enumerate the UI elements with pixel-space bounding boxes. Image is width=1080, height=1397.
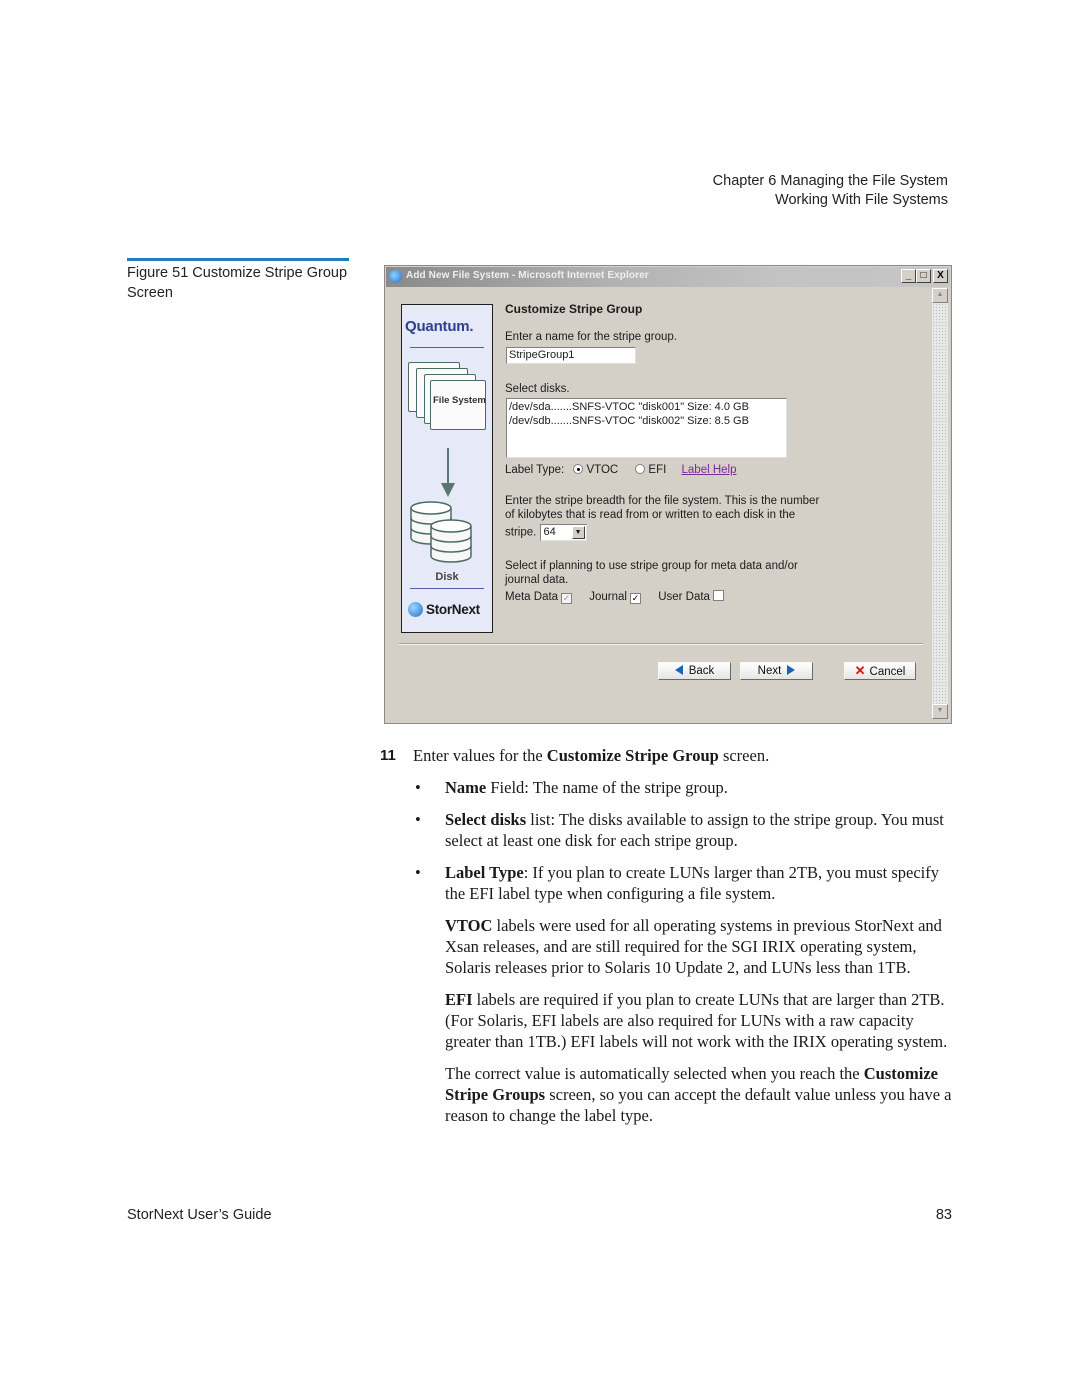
chevron-down-icon[interactable]: ▼ — [571, 526, 585, 539]
user-data-checkbox[interactable] — [712, 590, 724, 601]
disk-list-item[interactable]: /dev/sdb.......SNFS-VTOC "disk002" Size:… — [509, 414, 784, 428]
figure-caption: Figure 51 Customize Stripe Group Screen — [127, 265, 348, 301]
breadth-prompt-line: of kilobytes that is read from or writte… — [505, 509, 796, 521]
page-number: 83 — [935, 1207, 952, 1223]
default-value-paragraph: The correct value is automatically selec… — [445, 1064, 952, 1125]
arrow-left-icon — [674, 665, 683, 675]
section-title: Working With File Systems — [775, 192, 948, 208]
bullet-item: • Select disks list: The disks available… — [415, 810, 944, 850]
disks-listbox[interactable]: /dev/sda.......SNFS-VTOC "disk001" Size:… — [506, 398, 787, 458]
bullet-item: • Name Field: The name of the stripe gro… — [415, 778, 728, 797]
bullet-item: • Label Type: If you plan to create LUNs… — [415, 863, 939, 903]
cancel-x-icon: ✕ — [854, 663, 866, 678]
name-prompt: Enter a name for the stripe group. — [505, 331, 677, 343]
label-help-link[interactable]: Label Help — [682, 464, 737, 476]
bullet-icon: • — [415, 863, 421, 882]
cancel-button[interactable]: ✕ Cancel — [844, 662, 916, 680]
label-type-vtoc-radio[interactable] — [573, 464, 584, 474]
step-11: 11 Enter values for the Customize Stripe… — [380, 746, 770, 765]
wizard-sidebar: Quantum. File System Disk StorNext — [401, 304, 493, 633]
step-number: 11 — [380, 747, 396, 764]
footer-guide-title: StorNext User’s Guide — [127, 1207, 272, 1223]
folder-label: File System — [433, 395, 486, 406]
title-bar: Add New File System - Microsoft Internet… — [386, 267, 950, 287]
down-arrow-icon — [447, 448, 449, 486]
scroll-down-icon[interactable]: ▼ — [932, 704, 948, 719]
vertical-scrollbar[interactable]: ▲ ▼ — [932, 288, 948, 719]
breadth-prompt-line: stripe. — [505, 526, 537, 539]
browser-window-screenshot: Add New File System - Microsoft Internet… — [384, 265, 952, 724]
meta-data-checkbox[interactable]: ✓ — [561, 593, 573, 604]
sidebar-divider — [410, 588, 484, 589]
vtoc-paragraph: VTOC labels were used for all operating … — [445, 916, 942, 977]
stornext-logo: StorNext — [408, 602, 480, 617]
bullet-icon: • — [415, 778, 421, 797]
page-content: Quantum. File System Disk StorNext Custo… — [389, 288, 931, 719]
window-title: Add New File System - Microsoft Internet… — [406, 270, 649, 281]
stornext-globe-icon — [408, 602, 423, 617]
label-type-row: Label Type: VTOC EFI Label Help — [505, 464, 737, 476]
arrow-right-icon — [787, 665, 796, 675]
close-button[interactable]: X — [933, 269, 948, 283]
stripe-group-name-input[interactable]: StripeGroup1 — [506, 347, 636, 364]
stripe-breadth-select[interactable]: 64 ▼ — [539, 524, 587, 541]
running-head: Chapter 6 Managing the File System Worki… — [713, 172, 948, 210]
disk-label: Disk — [435, 571, 459, 583]
bullet-icon: • — [415, 810, 421, 829]
back-button[interactable]: Back — [658, 662, 731, 680]
disk-list-item[interactable]: /dev/sda.......SNFS-VTOC "disk001" Size:… — [509, 400, 784, 414]
quantum-logo: Quantum. — [405, 318, 474, 335]
form-heading: Customize Stripe Group — [505, 302, 643, 316]
journal-checkbox[interactable]: ✓ — [629, 593, 641, 604]
file-system-folders-icon: File System — [408, 362, 488, 442]
sidebar-divider — [410, 347, 484, 348]
figure-rule — [127, 258, 349, 261]
minimize-button[interactable]: _ — [901, 269, 916, 283]
scroll-up-icon[interactable]: ▲ — [932, 288, 948, 303]
chapter-title: Chapter 6 Managing the File System — [712, 173, 948, 189]
breadth-prompt-line: Enter the stripe breadth for the file sy… — [505, 495, 820, 507]
next-button[interactable]: Next — [740, 662, 813, 680]
disks-prompt: Select disks. — [505, 383, 570, 395]
disk-icon — [430, 519, 472, 563]
button-divider — [399, 643, 923, 645]
maximize-button[interactable]: □ — [916, 269, 931, 283]
instructions-body: 11 Enter values for the Customize Stripe… — [380, 745, 960, 1137]
internet-explorer-icon — [389, 270, 402, 283]
efi-paragraph: EFI labels are required if you plan to c… — [445, 990, 948, 1051]
usage-prompt-line: journal data. — [505, 574, 569, 586]
usage-prompt-line: Select if planning to use stripe group f… — [505, 560, 798, 572]
usage-checkbox-row: Meta Data ✓ Journal ✓ User Data — [505, 590, 724, 604]
label-type-efi-radio[interactable] — [635, 464, 646, 474]
